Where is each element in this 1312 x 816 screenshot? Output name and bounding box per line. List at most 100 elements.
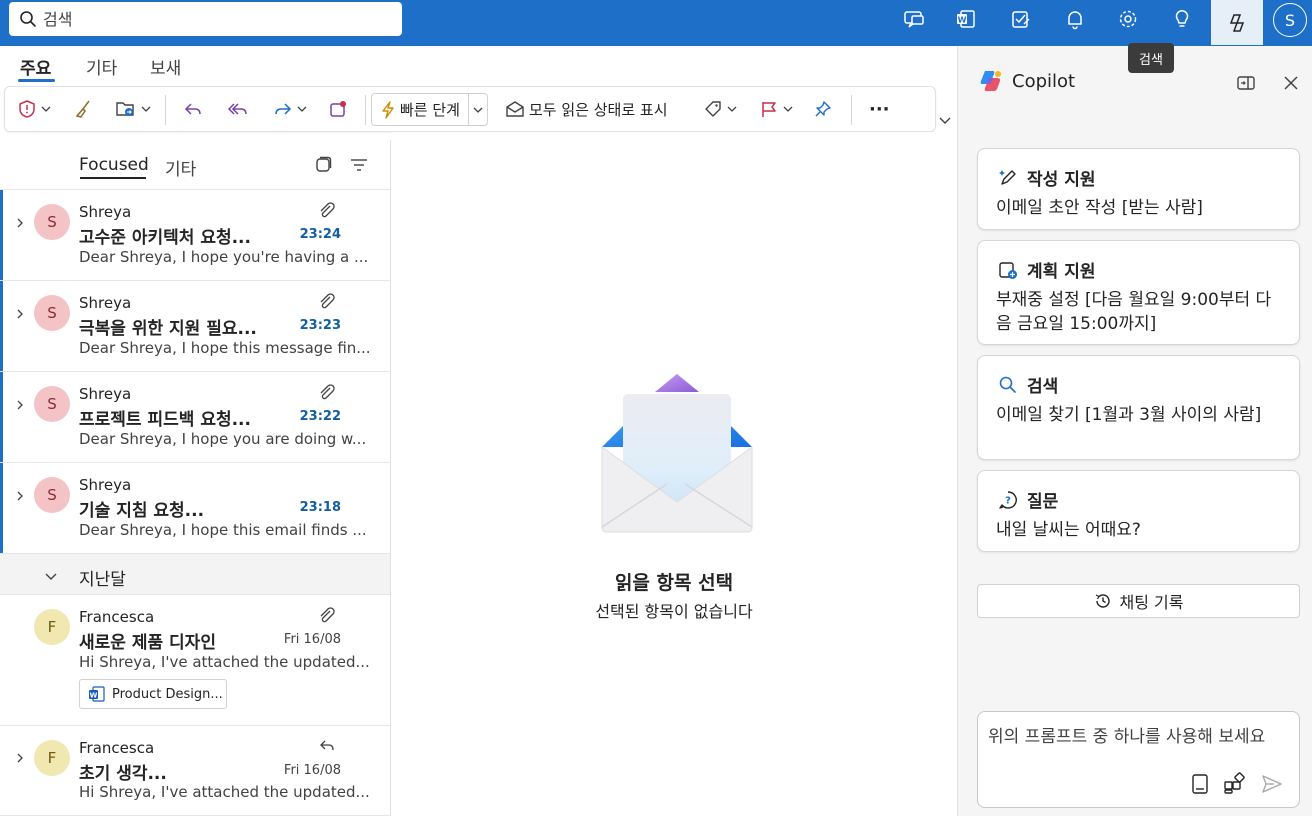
list-item[interactable]: S Shreya 프로젝트 피드백 요청... 23:22 Dear Shrey… — [0, 372, 390, 463]
copilot-icon — [1229, 13, 1245, 32]
avatar: S — [34, 477, 70, 513]
list-item[interactable]: S Shreya 극복을 위한 지원 필요... 23:23 Dear Shre… — [0, 281, 390, 372]
tab-underline — [18, 79, 55, 82]
paperclip-icon — [320, 384, 335, 400]
word-icon[interactable]: W — [951, 4, 981, 34]
tab-other[interactable]: 기타 — [86, 54, 117, 79]
popout-icon[interactable] — [1235, 72, 1257, 94]
search-icon — [20, 11, 36, 27]
notebook-icon[interactable] — [1188, 772, 1212, 796]
avatar: S — [34, 204, 70, 240]
reply-icon — [184, 103, 201, 115]
move-to-button[interactable] — [115, 87, 151, 131]
prompt-card-ask[interactable]: ? 질문 내일 날씨는 어때요? — [977, 470, 1300, 552]
tag-button[interactable] — [703, 87, 737, 131]
quick-steps-label: 빠른 단계 — [400, 101, 460, 119]
lightning-icon — [382, 100, 394, 119]
avatar: S — [34, 295, 70, 331]
chevron-right-icon[interactable] — [14, 752, 26, 764]
mail-preview: Dear Shreya, I hope you're having a ... — [79, 248, 369, 266]
chevron-right-icon[interactable] — [14, 490, 26, 502]
copilot-toggle-button[interactable] — [1211, 0, 1263, 45]
mail-time: 23:24 — [299, 227, 341, 242]
chevron-right-icon[interactable] — [14, 308, 26, 320]
new-item-button[interactable] — [328, 87, 348, 131]
mail-time: 23:22 — [299, 409, 341, 424]
mail-subject: 기술 지침 요청... — [79, 501, 205, 521]
chat-history-button[interactable]: 채팅 기록 — [977, 584, 1300, 618]
divider — [365, 95, 366, 125]
pin-button[interactable] — [813, 87, 833, 131]
list-item[interactable]: F Francesca 초기 생각... Fri 16/08 Hi Shreya… — [0, 726, 390, 816]
sender-name: Shreya — [79, 476, 132, 494]
send-icon[interactable] — [1260, 772, 1284, 796]
card-title: 검색 — [1027, 377, 1059, 397]
tasks-icon[interactable] — [1006, 4, 1036, 34]
search-box[interactable] — [9, 2, 402, 36]
close-icon[interactable] — [1280, 72, 1302, 94]
chevron-down-icon — [727, 106, 737, 112]
card-title: 작성 지원 — [1027, 170, 1096, 190]
lightbulb-icon[interactable] — [1167, 4, 1197, 34]
meet-now-icon[interactable] — [899, 4, 929, 34]
chevron-right-icon[interactable] — [14, 217, 26, 229]
filter-icon[interactable] — [350, 157, 368, 173]
list-item[interactable]: S Shreya 기술 지침 요청... 23:18 Dear Shreya, … — [0, 463, 390, 554]
empty-state-title: 읽을 항목 선택 — [614, 572, 734, 594]
tab-home[interactable]: 주요 — [20, 54, 51, 79]
prompt-input[interactable] — [988, 722, 1288, 758]
apps-icon[interactable] — [1222, 772, 1246, 796]
mail-time: Fri 16/08 — [283, 632, 341, 647]
report-button[interactable] — [17, 87, 51, 131]
copilot-header: Copilot — [978, 68, 1075, 94]
flag-icon — [762, 102, 776, 117]
group-label: 지난달 — [79, 570, 126, 590]
ribbon-toolbar: 빠른 단계 모두 읽은 상태로 표시 ··· — [4, 86, 936, 132]
prompt-card-plan[interactable]: 계획 지원 부재중 설정 [다음 월요일 9:00부터 다음 금요일 15:00… — [977, 240, 1300, 345]
more-options-button[interactable]: ··· — [869, 87, 890, 131]
copilot-pane: Copilot 작성 지원 이메일 초안 작성 [받는 사람] 계획 지원 부재… — [957, 46, 1312, 816]
mail-preview: Dear Shreya, I hope you are doing w... — [79, 430, 367, 448]
inbox-tabs: Focused 기타 — [0, 140, 390, 190]
reply-all-button[interactable] — [227, 87, 249, 131]
list-item[interactable]: S Shreya 고수준 아키텍처 요청... 23:24 Dear Shrey… — [0, 190, 390, 281]
sweep-button[interactable] — [73, 87, 93, 131]
history-icon — [1095, 594, 1110, 608]
select-icon[interactable] — [314, 156, 332, 174]
reply-button[interactable] — [183, 87, 203, 131]
mail-time: 23:18 — [299, 500, 341, 515]
flag-button[interactable] — [759, 87, 793, 131]
prompt-card-search[interactable]: 검색 이메일 찾기 [1월과 3월 사이의 사람] — [977, 355, 1300, 460]
chevron-down-icon[interactable] — [937, 112, 953, 128]
mail-subject: 고수준 아키텍처 요청... — [79, 228, 251, 248]
prompt-card-draft[interactable]: 작성 지원 이메일 초안 작성 [받는 사람] — [977, 148, 1300, 230]
group-header[interactable]: 지난달 — [0, 554, 390, 595]
copilot-logo-icon — [980, 71, 1001, 91]
tab-view[interactable]: 보새 — [150, 54, 181, 79]
divider — [467, 94, 469, 125]
calendar-add-icon — [999, 261, 1017, 279]
list-item[interactable]: F Francesca 새로운 제품 디자인 Fri 16/08 Hi Shre… — [0, 595, 390, 726]
search-input[interactable] — [43, 9, 383, 29]
tab-focused[interactable]: Focused — [79, 155, 149, 175]
sender-name: Francesca — [79, 608, 155, 626]
attachment-chip[interactable]: W Product Design... — [79, 679, 227, 709]
mark-all-read-button[interactable]: 모두 읽은 상태로 표시 — [505, 87, 668, 131]
envelope-open-icon — [506, 101, 524, 117]
tab-other-inbox[interactable]: 기타 — [165, 155, 196, 180]
forward-button[interactable] — [273, 87, 307, 131]
copilot-prompt-box[interactable] — [977, 711, 1300, 808]
paperclip-icon — [320, 293, 335, 309]
gear-icon[interactable] — [1113, 4, 1143, 34]
mail-subject: 초기 생각... — [79, 764, 167, 784]
shield-icon — [19, 100, 35, 118]
mail-subject: 극복을 위한 지원 필요... — [79, 319, 257, 339]
quick-steps-button[interactable]: 빠른 단계 — [371, 93, 488, 126]
chevron-down-icon[interactable] — [473, 105, 483, 115]
bell-icon[interactable] — [1060, 4, 1090, 34]
svg-text:W: W — [958, 16, 967, 25]
account-avatar[interactable]: S — [1273, 3, 1307, 37]
chevron-right-icon[interactable] — [14, 399, 26, 411]
mail-preview: Dear Shreya, I hope this email finds ... — [79, 521, 367, 539]
card-description: 이메일 찾기 [1월과 3월 사이의 사람] — [996, 405, 1262, 425]
